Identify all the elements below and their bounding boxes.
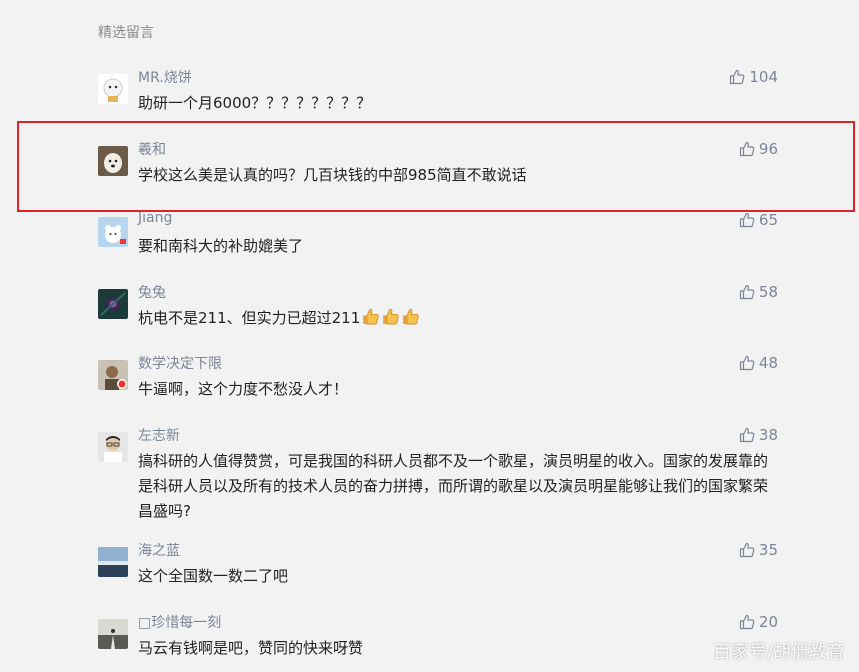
like-count: 96: [758, 140, 778, 158]
dog-photo-avatar[interactable]: [98, 146, 128, 176]
thumbs-up-icon: [739, 355, 755, 371]
like-count: 104: [749, 68, 778, 86]
watermark-text: 百家号/胡侃教育: [712, 642, 845, 663]
comment-text-body: 杭电不是211、但实力已超过211: [138, 309, 361, 327]
thumbs-up-icon: [739, 542, 755, 558]
comment-text: 杭电不是211、但实力已超过211: [138, 306, 788, 334]
comment-text: 马云有钱啊是吧，赞同的快来呀赞: [138, 639, 364, 657]
cartoon-cat-avatar[interactable]: [98, 74, 128, 104]
thumbs-up-icon: [730, 69, 745, 85]
commenter-name[interactable]: □珍惜每一刻: [138, 612, 221, 632]
commenter-name[interactable]: 左志新: [138, 425, 180, 445]
like-count: 58: [758, 283, 778, 301]
like-button[interactable]: 20: [739, 613, 778, 631]
comment-text: 这个全国数一数二了吧: [138, 567, 289, 585]
dark-abstract-avatar[interactable]: [98, 289, 128, 319]
like-button[interactable]: 96: [739, 140, 778, 158]
like-button[interactable]: 58: [739, 283, 778, 301]
thumbs-up-icon: [739, 427, 755, 443]
like-count: 38: [758, 426, 778, 444]
cartoon-bear-avatar[interactable]: [98, 217, 128, 247]
thumbs-up-icon: [739, 141, 755, 157]
commenter-name[interactable]: 数学决定下限: [138, 353, 222, 373]
commenter-name[interactable]: Jiang: [138, 210, 172, 226]
commenter-name[interactable]: 海之蓝: [138, 540, 180, 560]
commenter-name[interactable]: MR.烧饼: [138, 67, 192, 87]
like-count: 35: [758, 541, 778, 559]
thumbs-up-icon: [739, 284, 755, 300]
like-count: 65: [758, 211, 778, 229]
comment-text: 牛逼啊，这个力度不愁没人才！: [138, 380, 349, 398]
comment-text: 要和南科大的补助媲美了: [138, 237, 304, 255]
like-button[interactable]: 35: [739, 541, 778, 559]
section-title: 精选留言: [98, 25, 154, 41]
comment-text: 助研一个月6000？？？？？？？？: [138, 94, 372, 112]
comment-text: 学校这么美是认真的吗？几百块钱的中部985简直不敢说话: [138, 166, 527, 184]
sea-landscape-avatar[interactable]: [98, 547, 128, 577]
commenter-name[interactable]: 兔兔: [138, 282, 166, 302]
like-button[interactable]: 104: [729, 68, 778, 86]
like-count: 48: [758, 354, 778, 372]
comment-text: 搞科研的人值得赞赏，可是我国的科研人员都不及一个歌星，演员明星的收入。国家的发展…: [138, 452, 769, 520]
thumbs-up-emoji-icon: [401, 307, 420, 334]
commenter-name[interactable]: 羲和: [138, 139, 166, 159]
thumbs-up-emoji-icon: [361, 307, 380, 334]
like-button[interactable]: 65: [739, 211, 778, 229]
like-count: 20: [758, 613, 778, 631]
like-button[interactable]: 38: [739, 426, 778, 444]
like-button[interactable]: 48: [739, 354, 778, 372]
thumbs-up-icon: [739, 614, 755, 630]
thumbs-up-emoji-icon: [381, 307, 400, 334]
man-glasses-avatar[interactable]: [98, 432, 128, 462]
road-landscape-avatar[interactable]: [98, 619, 128, 649]
person-photo-avatar[interactable]: [98, 360, 128, 390]
thumbs-up-icon: [739, 212, 755, 228]
